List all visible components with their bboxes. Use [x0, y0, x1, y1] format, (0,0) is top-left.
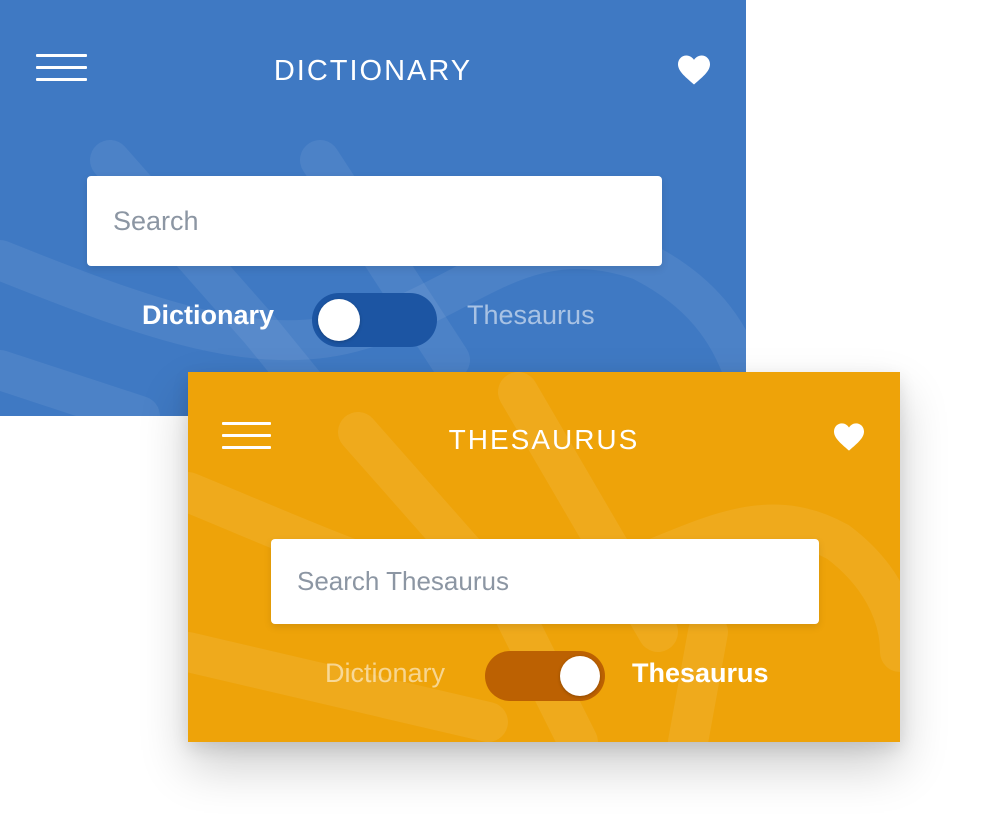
mode-toggle-switch[interactable]: [312, 293, 437, 347]
toggle-knob[interactable]: [560, 656, 600, 696]
toggle-label-dictionary[interactable]: Dictionary: [142, 300, 274, 331]
favorite-button[interactable]: [676, 54, 712, 86]
heart-icon: [834, 423, 864, 451]
favorite-button[interactable]: [832, 422, 868, 454]
dictionary-card: DICTIONARY Dictionary Thesaurus: [0, 0, 746, 416]
heart-icon: [678, 55, 710, 85]
toggle-label-thesaurus[interactable]: Thesaurus: [632, 658, 769, 689]
toggle-knob[interactable]: [318, 299, 360, 341]
search-input[interactable]: [87, 176, 662, 266]
thesaurus-card: THESAURUS Dictionary Thesaurus: [188, 372, 900, 742]
toggle-label-thesaurus[interactable]: Thesaurus: [467, 300, 595, 331]
toggle-label-dictionary[interactable]: Dictionary: [325, 658, 445, 689]
page-title: THESAURUS: [448, 424, 640, 455]
page-title: DICTIONARY: [273, 55, 473, 87]
mode-toggle-switch[interactable]: [485, 651, 605, 701]
search-input[interactable]: [271, 539, 819, 624]
app-stage: DICTIONARY Dictionary Thesaurus: [0, 0, 982, 840]
